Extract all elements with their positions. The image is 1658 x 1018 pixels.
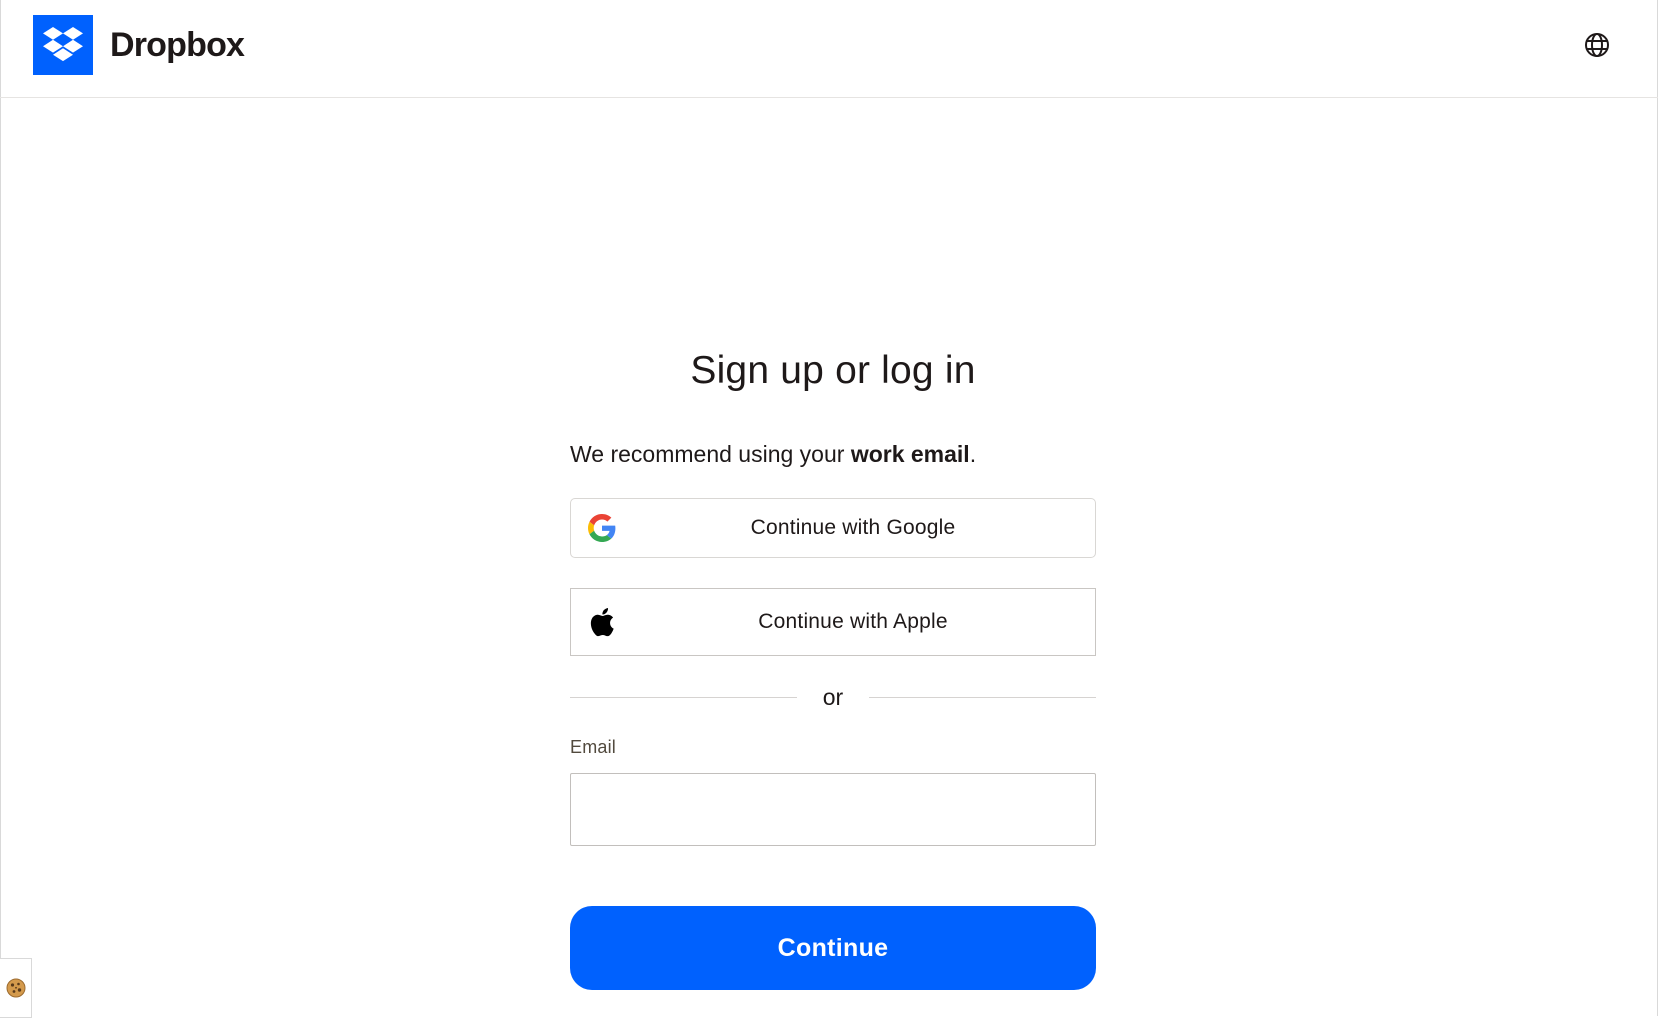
or-divider: or: [570, 682, 1096, 712]
recommendation-prefix: We recommend using your: [570, 441, 851, 467]
cookie-settings-button[interactable]: [0, 958, 32, 1018]
google-g-icon: [588, 514, 616, 542]
page-title: Sign up or log in: [690, 349, 976, 392]
brand-name: Dropbox: [110, 25, 245, 64]
globe-icon: [1585, 33, 1609, 57]
recommendation-emphasis: work email: [850, 441, 970, 467]
divider-line-left: [570, 696, 797, 698]
google-button-label: Continue with Google: [750, 516, 956, 539]
apple-logo-icon: [588, 606, 615, 638]
dropbox-home-link[interactable]: Dropbox: [33, 15, 245, 75]
continue-with-google-button[interactable]: Continue with Google: [570, 498, 1096, 558]
cookie-icon: [6, 978, 25, 998]
top-header: Dropbox: [0, 0, 1658, 98]
email-field[interactable]: [570, 773, 1096, 846]
dropbox-logo-icon: [33, 15, 93, 75]
continue-button[interactable]: Continue: [570, 906, 1096, 990]
apple-button-label: Continue with Apple: [758, 610, 948, 633]
divider-line-right: [869, 696, 1096, 698]
language-selector-button[interactable]: [1582, 30, 1612, 60]
recommendation-text: We recommend using your work email.: [570, 438, 1096, 470]
divider-text: or: [822, 683, 844, 710]
auth-panel: Sign up or log in We recommend using you…: [570, 340, 1096, 990]
recommendation-suffix: .: [969, 441, 977, 467]
continue-with-apple-button[interactable]: Continue with Apple: [570, 588, 1096, 656]
email-label: Email: [570, 737, 617, 757]
